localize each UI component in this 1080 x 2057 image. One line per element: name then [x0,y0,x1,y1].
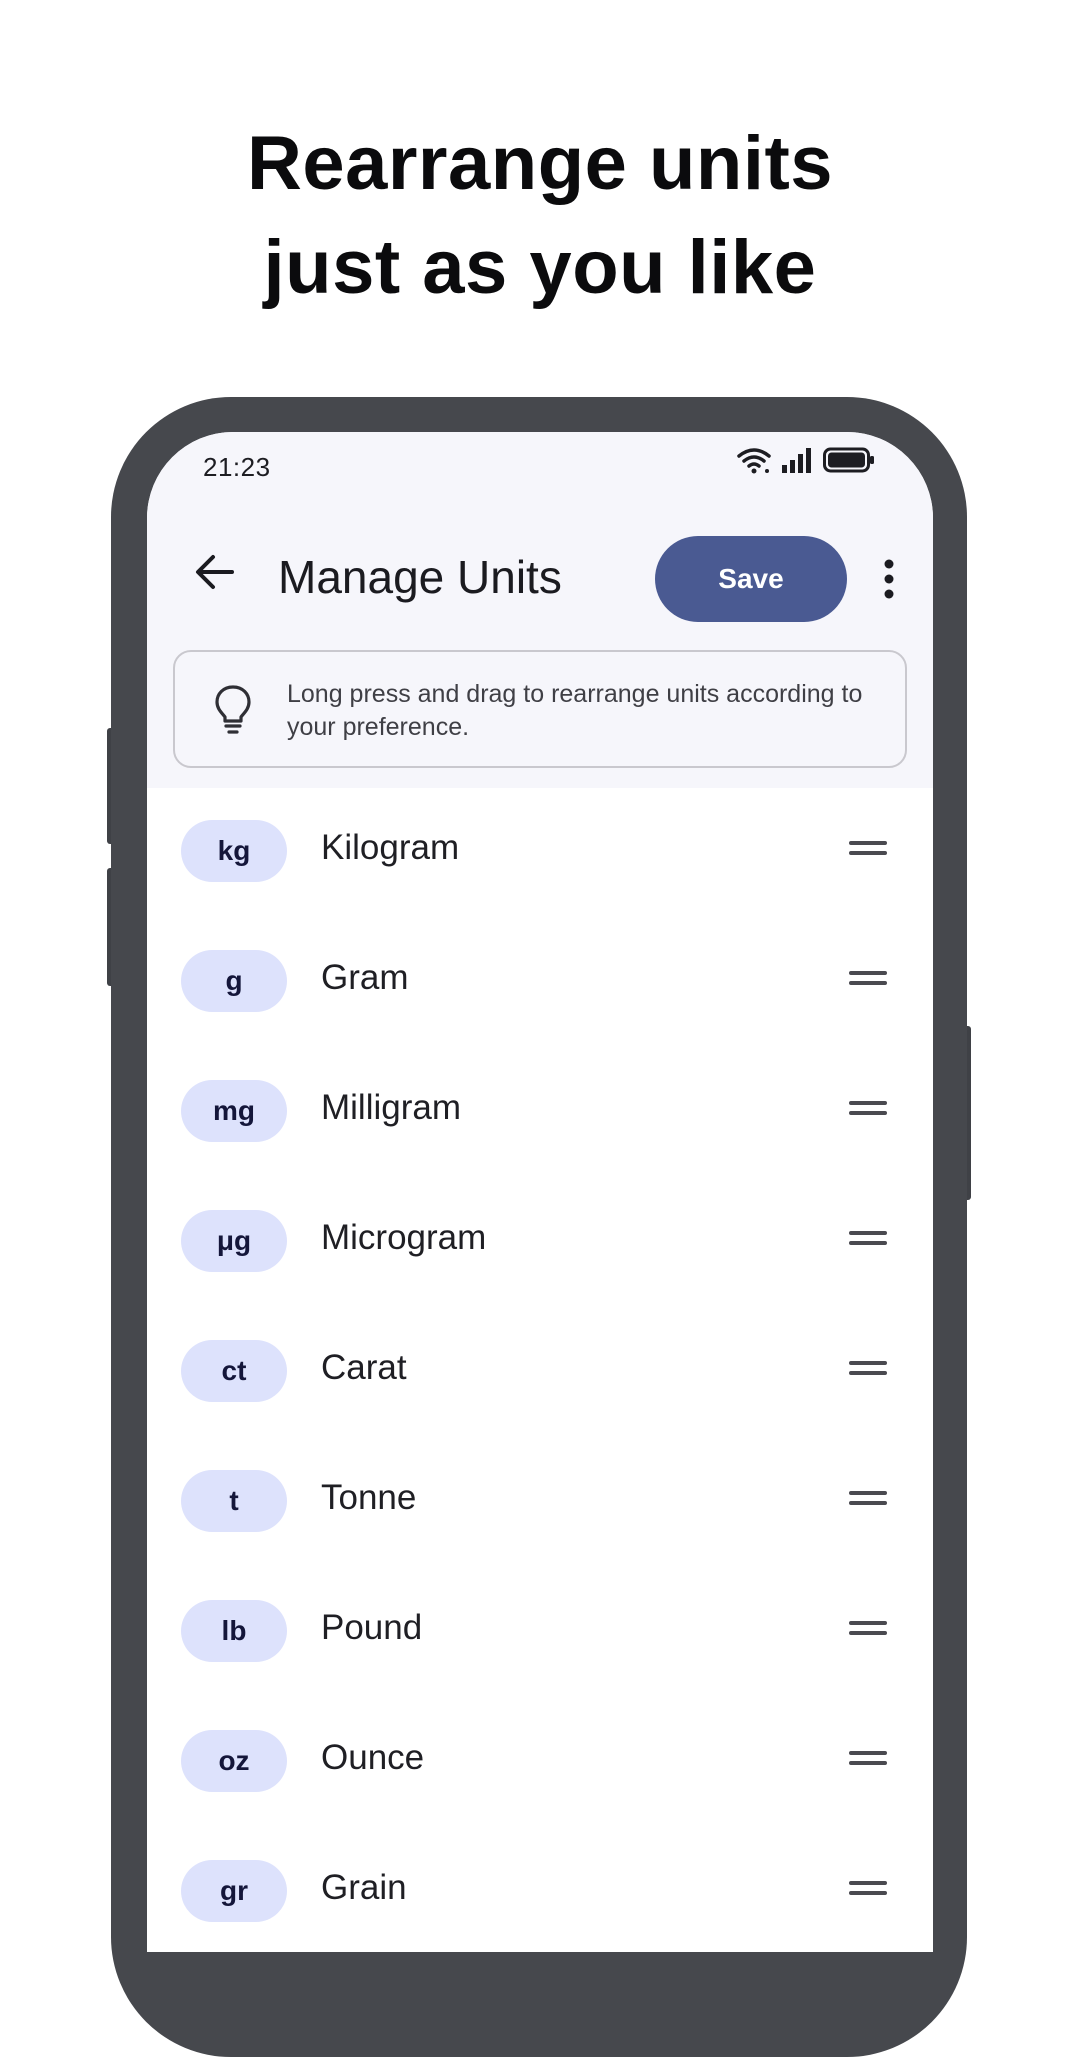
drag-handle-icon[interactable] [849,1615,889,1645]
lightbulb-icon [215,685,251,734]
list-item-ug[interactable]: μg Microgram [147,1210,933,1340]
unit-name: Pound [321,1608,423,1647]
unit-symbol-chip: oz [181,1730,287,1792]
list-item-t[interactable]: t Tonne [147,1470,933,1600]
unit-name: Gram [321,958,409,997]
unit-symbol-chip: ct [181,1340,287,1402]
list-item-ct[interactable]: ct Carat [147,1340,933,1470]
list-item-gr[interactable]: gr Grain [147,1860,933,1952]
drag-handle-icon[interactable] [849,1095,889,1125]
drag-handle-icon[interactable] [849,1355,889,1385]
top-app-area: 21:23 Manage Units Save Long press and d… [147,432,933,788]
save-button[interactable]: Save [655,536,847,622]
drag-handle-icon[interactable] [849,835,889,865]
phone-screen: 21:23 Manage Units Save Long press and d… [147,432,933,1952]
unit-symbol-chip: μg [181,1210,287,1272]
hint-card: Long press and drag to rearrange units a… [173,650,907,768]
signal-icon [782,448,811,473]
drag-handle-icon[interactable] [849,965,889,995]
unit-symbol-chip: t [181,1470,287,1532]
battery-icon [823,447,874,473]
arrow-left-icon [196,555,234,589]
wifi-icon [737,448,771,474]
drag-handle-icon[interactable] [849,1225,889,1255]
unit-name: Milligram [321,1088,461,1127]
list-item-g[interactable]: g Gram [147,950,933,1080]
unit-symbol-chip: kg [181,820,287,882]
unit-name: Microgram [321,1218,487,1257]
unit-name: Grain [321,1868,407,1907]
headline: Rearrange units just as you like [0,112,1080,320]
unit-symbol-chip: mg [181,1080,287,1142]
status-time: 21:23 [203,452,271,482]
drag-handle-icon[interactable] [849,1485,889,1515]
list-item-lb[interactable]: lb Pound [147,1600,933,1730]
unit-name: Carat [321,1348,407,1387]
drag-handle-icon[interactable] [849,1745,889,1775]
status-icons [737,446,875,474]
list-item-kg[interactable]: kg Kilogram [147,820,933,950]
page-title: Manage Units [278,551,562,603]
unit-symbol-chip: lb [181,1600,287,1662]
list-item-oz[interactable]: oz Ounce [147,1730,933,1860]
headline-line-1: Rearrange units [246,121,834,206]
more-vertical-icon [884,559,894,599]
list-item-mg[interactable]: mg Milligram [147,1080,933,1210]
unit-symbol-chip: g [181,950,287,1012]
drag-handle-icon[interactable] [849,1875,889,1905]
unit-name: Ounce [321,1738,425,1777]
unit-symbol-chip: gr [181,1860,287,1922]
unit-name: Tonne [321,1478,417,1517]
more-options-button[interactable] [869,547,909,611]
back-button[interactable] [183,540,247,604]
unit-name: Kilogram [321,828,460,867]
hint-text: Long press and drag to rearrange units a… [287,680,863,741]
headline-line-2: just as you like [263,225,817,310]
